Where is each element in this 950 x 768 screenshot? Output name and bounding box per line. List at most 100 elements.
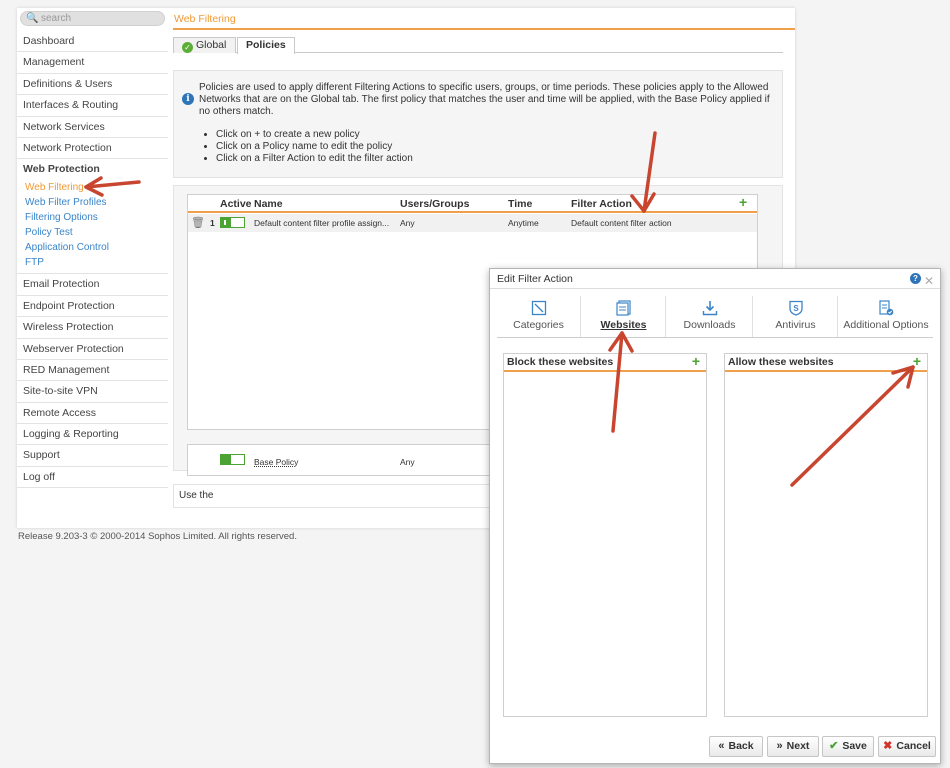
sidebar-item-network-protection[interactable]: Network Protection <box>17 138 168 160</box>
breadcrumb: Web Filtering <box>173 11 795 30</box>
save-button[interactable]: ✔ Save <box>822 736 874 757</box>
sidebar-item-webserver-protection[interactable]: Webserver Protection <box>17 339 168 360</box>
base-policy-users: Any <box>400 457 415 467</box>
tab-global[interactable]: ✓ Global <box>173 37 236 53</box>
sidebar-item-wireless-protection[interactable]: Wireless Protection <box>17 317 168 339</box>
col-header-active[interactable]: Active <box>220 198 252 210</box>
categories-icon <box>531 300 547 316</box>
table-row: 🗑 1 Default content filter profile assig… <box>188 214 757 232</box>
search-box[interactable]: 🔍 <box>20 11 165 26</box>
dialog-tab-downloads[interactable]: Downloads <box>667 296 753 337</box>
sidebar-subitem-ftp[interactable]: FTP <box>17 255 168 270</box>
dialog-tab-label: Categories <box>513 319 564 331</box>
sidebar-item-logging-reporting[interactable]: Logging & Reporting <box>17 424 168 446</box>
dialog-tab-additional-options[interactable]: Additional Options <box>839 296 933 337</box>
sidebar-item-log-off[interactable]: Log off <box>17 467 168 489</box>
allow-websites-title: Allow these websites <box>728 356 834 368</box>
sidebar-item-red-management[interactable]: RED Management <box>17 360 168 382</box>
edit-filter-action-dialog: Edit Filter Action ? ✕ Categories Websit… <box>489 268 941 764</box>
allow-websites-header: Allow these websites + <box>725 353 927 372</box>
block-websites-header: Block these websites + <box>504 353 706 372</box>
sidebar-item-interfaces-routing[interactable]: Interfaces & Routing <box>17 95 168 117</box>
col-header-name[interactable]: Name <box>254 198 283 210</box>
info-bullet: Click on a Policy name to edit the polic… <box>216 141 413 153</box>
close-icon[interactable]: ✕ <box>924 271 934 291</box>
dialog-tab-antivirus[interactable]: S Antivirus <box>754 296 838 337</box>
active-toggle[interactable] <box>220 217 245 228</box>
next-button-label: Next <box>786 740 810 752</box>
sidebar-subitem-application-control[interactable]: Application Control <box>17 240 168 255</box>
add-allow-website-icon[interactable]: + <box>913 353 921 369</box>
info-bullets: Click on + to create a new policy Click … <box>210 129 413 165</box>
save-button-label: Save <box>842 740 867 752</box>
sidebar-item-management[interactable]: Management <box>17 52 168 74</box>
check-icon: ✓ <box>182 42 193 53</box>
tab-policies-label: Policies <box>246 39 286 51</box>
sidebar-item-web-protection[interactable]: Web Protection <box>17 159 168 180</box>
cancel-button[interactable]: ✖ Cancel <box>878 736 936 757</box>
add-policy-icon[interactable]: + <box>739 194 747 210</box>
sidebar-item-network-services[interactable]: Network Services <box>17 117 168 138</box>
tab-global-label: Global <box>196 39 227 51</box>
sidebar-group-web-protection: Web Protection Web Filtering Web Filter … <box>17 159 168 275</box>
base-policy-name-link[interactable]: Base Policy <box>254 457 298 467</box>
sidebar-subitem-filtering-options[interactable]: Filtering Options <box>17 210 168 225</box>
filter-action-link[interactable]: Default content filter action <box>571 218 672 228</box>
shield-icon: S <box>788 300 804 316</box>
websites-icon <box>615 300 632 316</box>
block-websites-panel: Block these websites + <box>503 353 707 717</box>
sidebar-subitem-policy-test[interactable]: Policy Test <box>17 225 168 240</box>
allow-websites-panel: Allow these websites + <box>724 353 928 717</box>
add-block-website-icon[interactable]: + <box>692 353 700 369</box>
next-icon: » <box>776 740 783 752</box>
help-icon[interactable]: ? <box>910 273 921 284</box>
back-button-label: Back <box>728 740 754 752</box>
dialog-tab-label: Downloads <box>683 319 736 331</box>
sidebar-item-definitions-users[interactable]: Definitions & Users <box>17 74 168 96</box>
tab-bar: ✓ Global Policies <box>173 36 783 54</box>
sidebar-subitem-web-filter-profiles[interactable]: Web Filter Profiles <box>17 195 168 210</box>
dialog-tab-bar: Categories Websites Downloads S Antiviru… <box>497 296 933 338</box>
sidebar: Dashboard Management Definitions & Users… <box>17 31 168 489</box>
col-header-time[interactable]: Time <box>508 198 532 210</box>
col-header-filter-action[interactable]: Filter Action <box>571 198 632 210</box>
info-bullet: Click on a Filter Action to edit the fil… <box>216 153 413 165</box>
search-input[interactable] <box>41 12 161 25</box>
sidebar-item-endpoint-protection[interactable]: Endpoint Protection <box>17 296 168 318</box>
row-users: Any <box>400 218 415 228</box>
info-text: Policies are used to apply different Fil… <box>199 82 770 117</box>
sidebar-subitem-web-filtering[interactable]: Web Filtering <box>17 180 168 195</box>
cancel-button-label: Cancel <box>896 740 931 752</box>
block-websites-title: Block these websites <box>507 356 614 368</box>
use-the-text: Use the <box>173 484 503 508</box>
next-button[interactable]: » Next <box>767 736 819 757</box>
sidebar-item-email-protection[interactable]: Email Protection <box>17 274 168 296</box>
back-icon: « <box>718 740 725 752</box>
dialog-tab-label: Antivirus <box>775 319 816 331</box>
dialog-tab-label: Additional Options <box>843 319 929 331</box>
download-icon <box>702 300 718 316</box>
sidebar-item-support[interactable]: Support <box>17 445 168 467</box>
base-policy-toggle[interactable] <box>220 454 245 472</box>
back-button[interactable]: «Back <box>709 736 763 757</box>
policy-name-link[interactable]: Default content filter profile assign... <box>254 218 389 228</box>
dialog-tab-categories[interactable]: Categories <box>497 296 581 337</box>
options-document-icon <box>878 300 894 316</box>
trash-icon[interactable]: 🗑 <box>191 216 205 229</box>
footer-copyright: Release 9.203-3 © 2000-2014 Sophos Limit… <box>18 531 297 542</box>
svg-text:S: S <box>793 304 799 313</box>
sidebar-item-dashboard[interactable]: Dashboard <box>17 31 168 53</box>
table-header: Active Name Users/Groups Time Filter Act… <box>188 194 757 213</box>
cancel-x-icon: ✖ <box>883 740 893 752</box>
col-header-users[interactable]: Users/Groups <box>400 198 469 210</box>
row-time: Anytime <box>508 218 539 228</box>
row-number: 1 <box>210 218 215 228</box>
sidebar-item-remote-access[interactable]: Remote Access <box>17 403 168 425</box>
info-box: i Policies are used to apply different F… <box>173 70 783 178</box>
sidebar-item-site-to-site-vpn[interactable]: Site-to-site VPN <box>17 381 168 403</box>
dialog-tab-label: Websites <box>600 319 647 331</box>
search-icon: 🔍 <box>26 13 39 24</box>
dialog-tab-websites[interactable]: Websites <box>582 296 666 337</box>
info-bullet: Click on + to create a new policy <box>216 129 413 141</box>
tab-policies[interactable]: Policies <box>237 37 295 54</box>
